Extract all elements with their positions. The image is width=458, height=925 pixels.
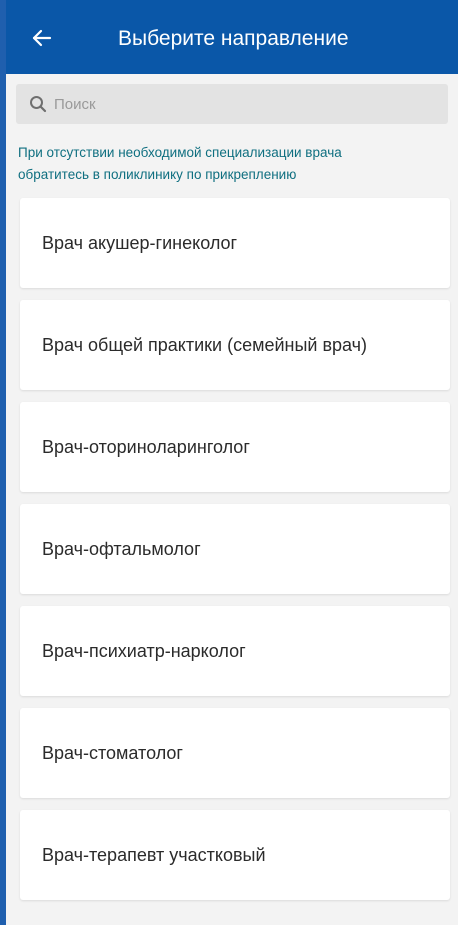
specialty-list: Врач акушер-гинеколог Врач общей практик… xyxy=(6,190,458,900)
back-button[interactable] xyxy=(26,22,58,54)
specialty-item-dentist[interactable]: Врач-стоматолог xyxy=(20,708,450,798)
specialization-notice: При отсутствии необходимой специализации… xyxy=(6,124,458,190)
search-icon xyxy=(28,94,48,114)
content-area: Выберите направление При отсутствии необ… xyxy=(6,0,458,925)
specialty-label: Врач-офтальмолог xyxy=(42,538,201,559)
specialty-label: Врач акушер-гинеколог xyxy=(42,232,238,253)
specialty-item-obstetrician-gynecologist[interactable]: Врач акушер-гинеколог xyxy=(20,198,450,288)
specialty-label: Врач-оториноларинголог xyxy=(42,436,250,457)
specialty-item-general-practitioner[interactable]: Врач общей практики (семейный врач) xyxy=(20,300,450,390)
specialty-label: Врач-терапевт участковый xyxy=(42,844,266,865)
specialty-label: Врач-психиатр-нарколог xyxy=(42,640,246,661)
notice-line-2: обратитесь в поликлинику по прикреплению xyxy=(18,167,297,182)
specialty-item-ophthalmologist[interactable]: Врач-офтальмолог xyxy=(20,504,450,594)
arrow-left-icon xyxy=(32,29,52,47)
specialty-item-psychiatrist-narcologist[interactable]: Врач-психиатр-нарколог xyxy=(20,606,450,696)
page-title: Выберите направление xyxy=(118,27,349,50)
specialty-label: Врач-стоматолог xyxy=(42,742,183,763)
search-input[interactable] xyxy=(54,89,414,119)
search-bar[interactable] xyxy=(16,84,448,124)
specialty-item-district-therapist[interactable]: Врач-терапевт участковый xyxy=(20,810,450,900)
app-screen: Выберите направление При отсутствии необ… xyxy=(0,0,458,925)
app-header: Выберите направление xyxy=(6,0,458,74)
specialty-label: Врач общей практики (семейный врач) xyxy=(42,334,368,355)
notice-line-1: При отсутствии необходимой специализации… xyxy=(18,145,342,160)
specialty-item-otorhinolaryngologist[interactable]: Врач-оториноларинголог xyxy=(20,402,450,492)
search-container xyxy=(6,74,458,124)
